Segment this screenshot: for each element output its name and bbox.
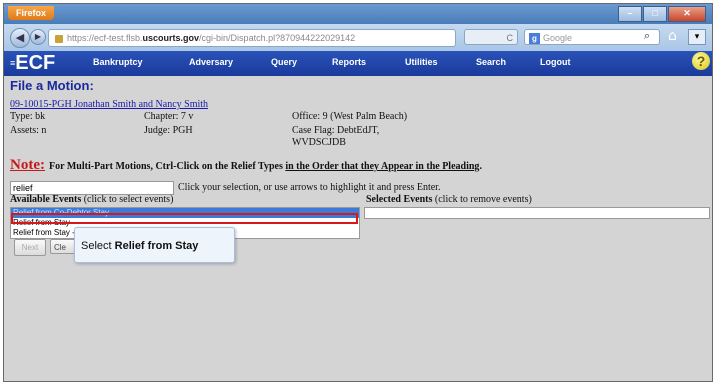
case-chapter: Chapter: 7 v — [144, 111, 194, 122]
menu-adversary[interactable]: Adversary — [189, 57, 233, 67]
tutorial-callout: Select Relief from Stay — [74, 227, 235, 263]
event-filter-input[interactable]: relief — [10, 181, 174, 195]
menu-utilities[interactable]: Utilities — [405, 57, 438, 67]
maximize-button[interactable]: □ — [643, 6, 667, 22]
available-events-header: Available Events (click to select events… — [10, 194, 174, 205]
google-icon: g — [529, 33, 540, 45]
help-icon[interactable]: ? — [692, 52, 710, 70]
url-prefix: https://ecf-test.flsb. — [67, 33, 143, 43]
multipart-note: Note: For Multi-Part Motions, Ctrl-Click … — [10, 157, 482, 174]
url-bar[interactable]: https://ecf-test.flsb.uscourts.gov/cgi-b… — [48, 29, 456, 47]
menu-query[interactable]: Query — [271, 57, 297, 67]
reload-area[interactable]: C — [464, 29, 518, 45]
note-text: For Multi-Part Motions, Ctrl-Click on th… — [48, 161, 286, 172]
firefox-menu-button[interactable]: Firefox — [8, 6, 55, 20]
window-controls: – □ ✕ — [618, 6, 706, 22]
case-flag: Case Flag: DebtEdJT, — [292, 125, 380, 136]
case-flag-cont: WVDSCJDB — [292, 137, 346, 148]
tutorial-highlight-box — [11, 213, 358, 224]
menu-logout[interactable]: Logout — [540, 57, 571, 67]
forward-icon[interactable]: ▶ — [30, 29, 46, 45]
search-icon[interactable]: ⌕ — [644, 29, 650, 43]
url-domain: uscourts.gov — [142, 33, 200, 43]
back-icon[interactable]: ◀ — [10, 28, 30, 48]
menu-bankruptcy[interactable]: Bankruptcy — [93, 57, 143, 67]
url-path: /cgi-bin/Dispatch.pl?870944222029142 — [199, 33, 356, 43]
search-placeholder: Google — [543, 33, 573, 43]
note-end: . — [479, 161, 482, 172]
case-assets: Assets: n — [10, 125, 47, 136]
navigation-toolbar: ◀ ▶ https://ecf-test.flsb.uscourts.gov/c… — [4, 24, 712, 51]
minimize-button[interactable]: – — [618, 6, 642, 22]
tools-icon[interactable]: ▾ — [688, 29, 706, 45]
close-button[interactable]: ✕ — [668, 6, 706, 22]
callout-prefix: Select — [81, 240, 115, 252]
browser-window: Firefox – □ ✕ ◀ ▶ https://ecf-test.flsb.… — [3, 3, 713, 382]
page-title: File a Motion: — [10, 78, 94, 93]
menu-search[interactable]: Search — [476, 57, 506, 67]
search-bar[interactable]: g Google — [524, 29, 660, 45]
case-office: Office: 9 (West Palm Beach) — [292, 111, 408, 122]
case-link[interactable]: 09-10015-PGH Jonathan Smith and Nancy Sm… — [10, 99, 208, 110]
selected-events-header: Selected Events (click to remove events) — [366, 194, 532, 205]
lock-icon — [55, 34, 63, 43]
case-judge: Judge: PGH — [144, 125, 193, 136]
menu-reports[interactable]: Reports — [332, 57, 366, 67]
reload-icon: C — [506, 33, 514, 43]
ecf-logo: ≡ECF — [10, 52, 56, 74]
next-button[interactable]: Next — [14, 239, 46, 256]
selected-events-list[interactable] — [364, 207, 710, 219]
ecf-menu-bar: ≡ECF Bankruptcy Adversary Query Reports … — [4, 51, 712, 76]
home-icon[interactable]: ⌂ — [668, 28, 677, 44]
note-label: Note: — [10, 157, 45, 173]
title-bar: Firefox – □ ✕ — [4, 4, 712, 24]
filter-hint: Click your selection, or use arrows to h… — [178, 182, 441, 193]
case-type: Type: bk — [10, 111, 46, 122]
note-underlined: in the Order that they Appear in the Ple… — [285, 161, 480, 172]
callout-bold: Relief from Stay — [114, 240, 199, 252]
